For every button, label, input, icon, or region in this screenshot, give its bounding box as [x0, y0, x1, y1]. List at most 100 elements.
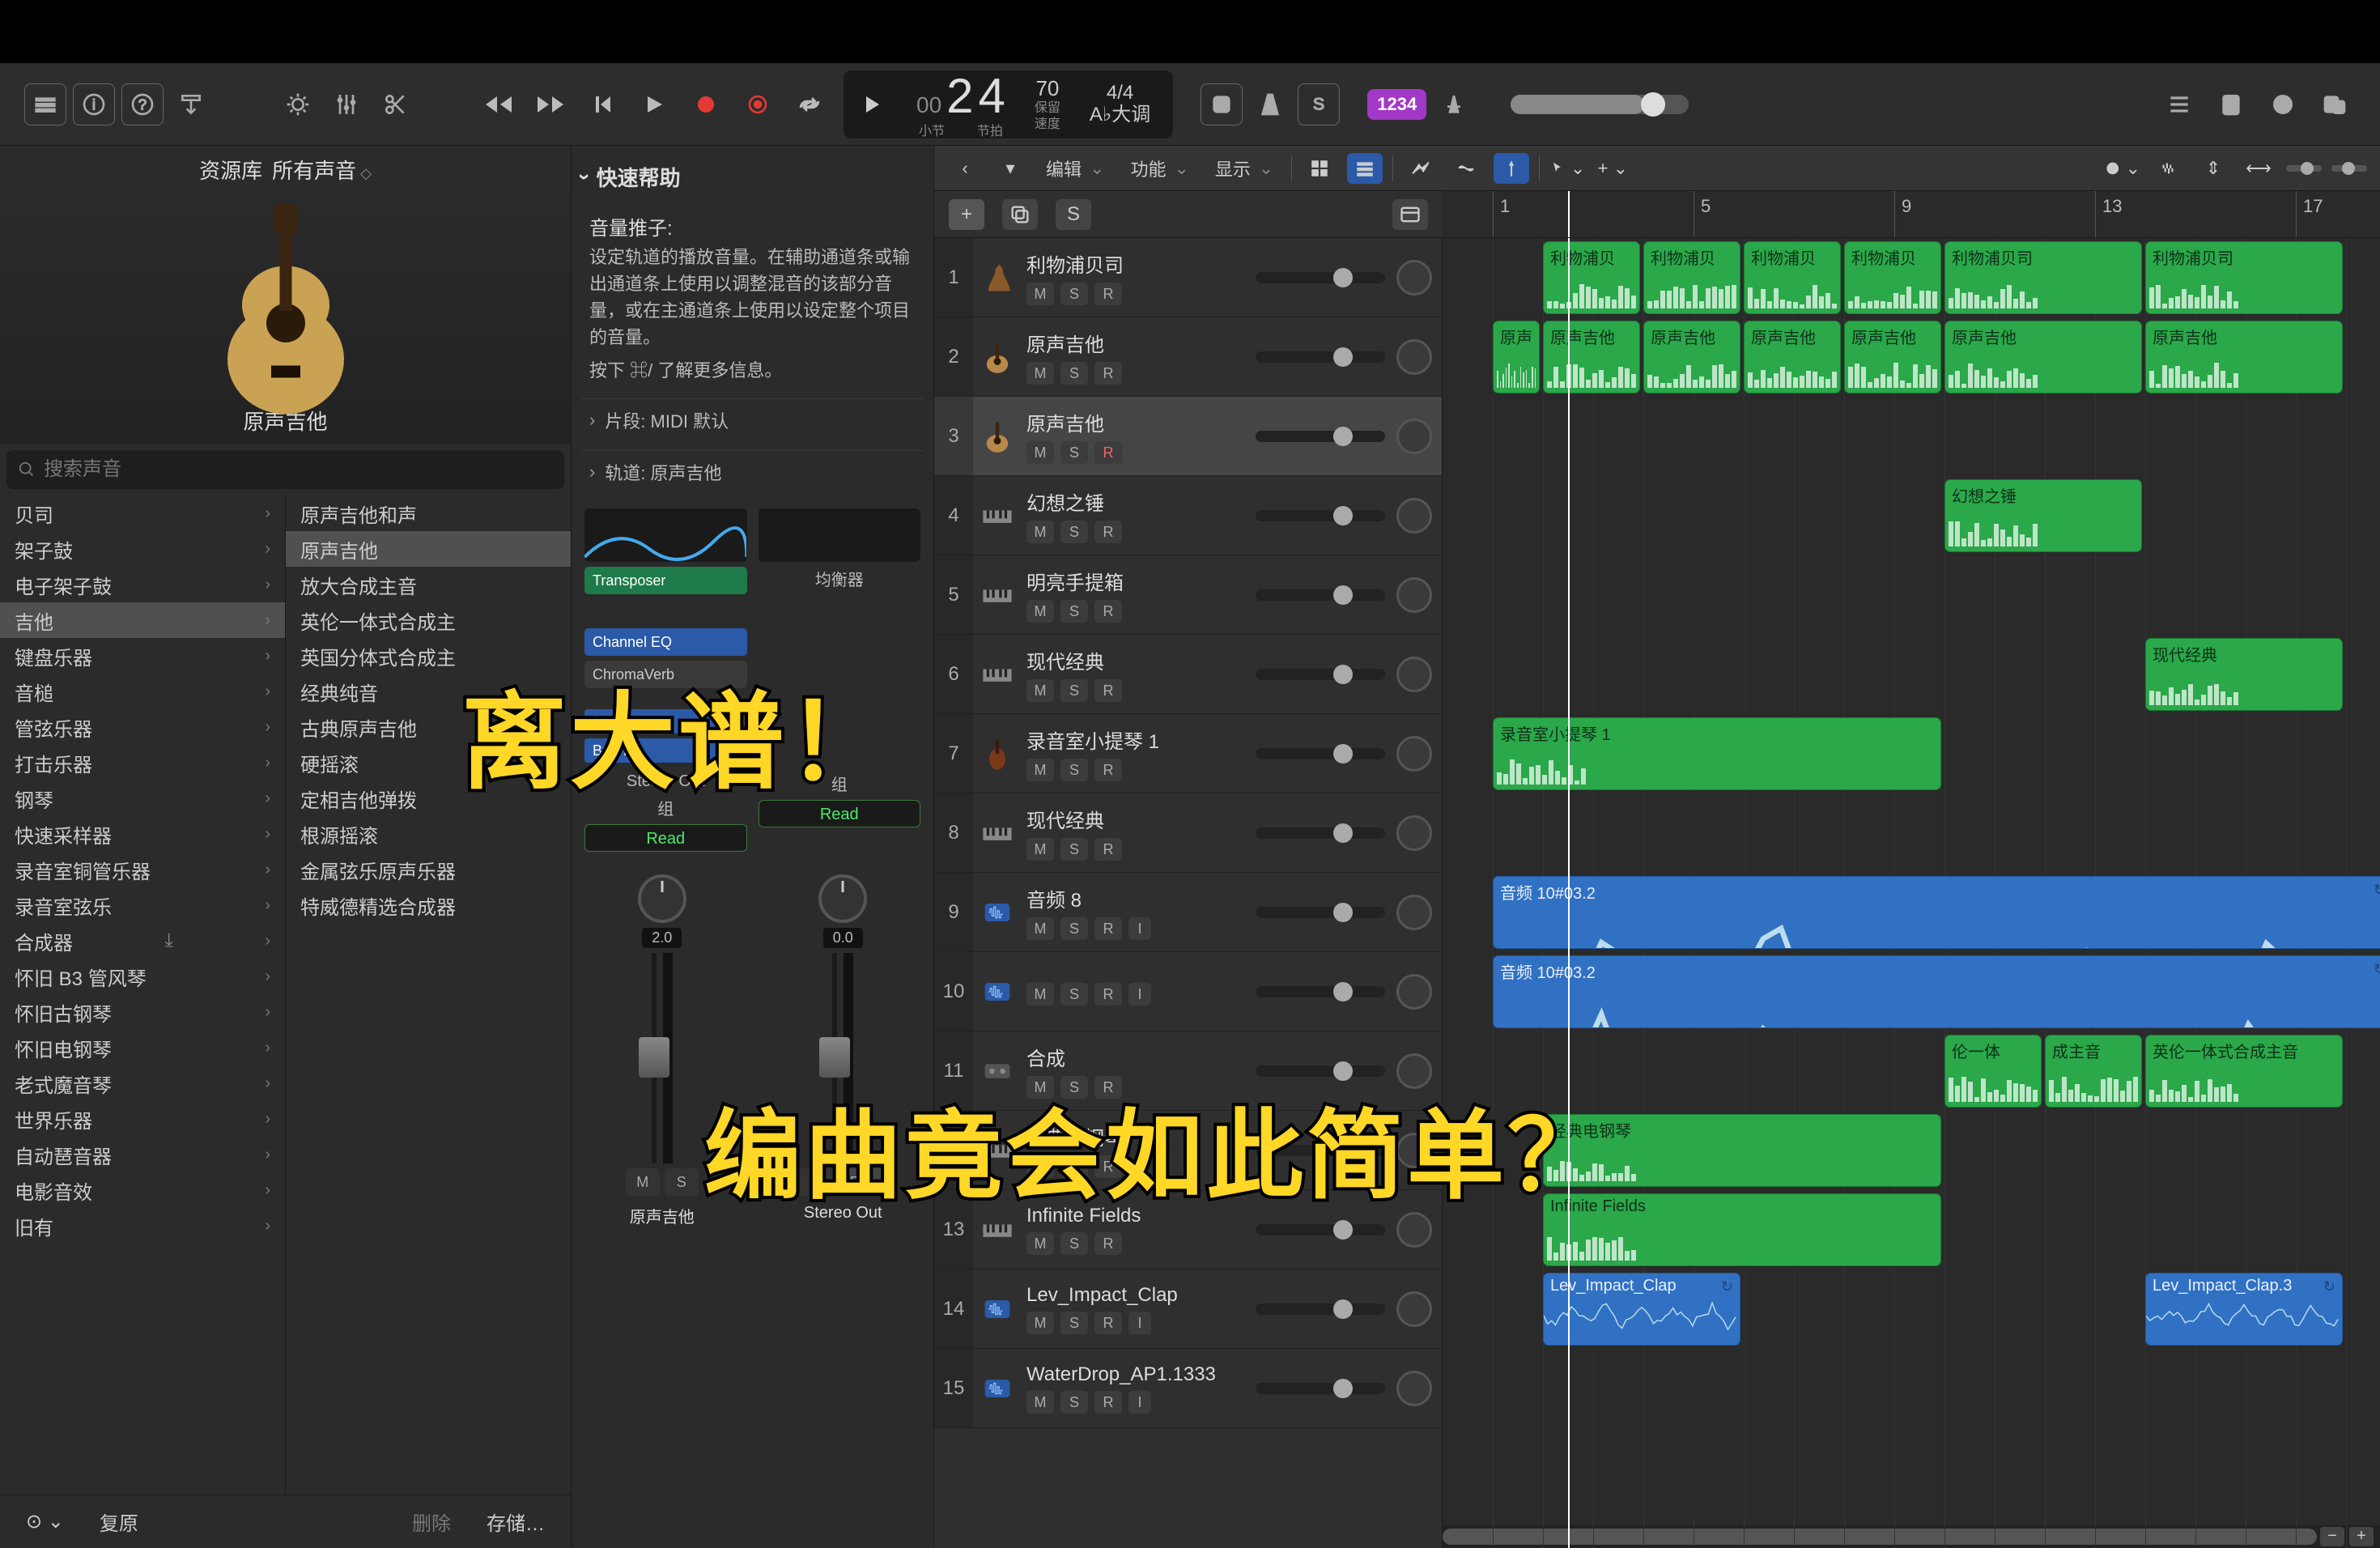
library-item[interactable]: 定相吉他弹拨 — [286, 780, 571, 816]
smart-controls-icon[interactable] — [277, 83, 319, 125]
track-pan-knob[interactable] — [1396, 577, 1432, 613]
track-m-button[interactable]: M — [1026, 1232, 1054, 1255]
toolbar-toggle[interactable] — [170, 83, 212, 125]
track-pan-knob[interactable] — [1396, 815, 1432, 851]
library-item[interactable]: 怀旧古钢琴› — [0, 994, 285, 1030]
track-m-button[interactable]: M — [1026, 1391, 1054, 1414]
library-item[interactable]: 放大合成主音 — [286, 567, 571, 602]
track-m-button[interactable]: M — [1026, 1155, 1054, 1178]
forward-button[interactable] — [533, 87, 568, 122]
track-m-button[interactable]: M — [1026, 838, 1054, 861]
ruler[interactable]: 1591317 — [1443, 191, 2380, 237]
track-s-button[interactable]: S — [1060, 600, 1088, 623]
track-m-button[interactable]: M — [1026, 283, 1054, 305]
track-name[interactable]: WaterDrop_AP1.1333 — [1026, 1363, 1256, 1386]
play-button[interactable] — [636, 87, 672, 122]
track-r-button[interactable]: R — [1094, 917, 1122, 940]
pan-value-1[interactable]: 2.0 — [642, 928, 682, 948]
track-header[interactable]: 7 录音室小提琴 1 MSR — [934, 714, 1442, 793]
track-pan-knob[interactable] — [1396, 419, 1432, 454]
track-m-button[interactable]: M — [1026, 362, 1054, 385]
track-pan-knob[interactable] — [1396, 1053, 1432, 1089]
edit-menu[interactable]: 编辑 — [1038, 153, 1112, 184]
library-item[interactable]: 音槌› — [0, 674, 285, 709]
search-field[interactable] — [44, 458, 553, 481]
track-m-button[interactable]: M — [1026, 521, 1054, 543]
track-s-button[interactable]: S — [1060, 283, 1088, 305]
track-s-button[interactable]: S — [1060, 1155, 1088, 1178]
track-m-button[interactable]: M — [1026, 441, 1054, 464]
library-item[interactable]: 怀旧 B3 管风琴› — [0, 959, 285, 994]
track-volume-slider[interactable] — [1256, 827, 1385, 839]
region[interactable]: Lev_Impact_Clap↻ — [1543, 1273, 1740, 1346]
track-volume-slider[interactable] — [1256, 510, 1385, 521]
track-pan-knob[interactable] — [1396, 736, 1432, 772]
region[interactable]: 幻想之锤 — [1944, 479, 2142, 552]
playhead[interactable] — [1568, 238, 1570, 1548]
zoom-slider[interactable] — [2286, 153, 2322, 184]
library-gear-icon[interactable]: ⊙ ⌄ — [16, 1505, 74, 1538]
save-button[interactable]: 存储… — [477, 1503, 555, 1541]
library-item[interactable]: 电子架子鼓› — [0, 567, 285, 602]
track-r-button[interactable]: R — [1094, 283, 1122, 305]
track-volume-slider[interactable] — [1256, 748, 1385, 759]
delete-button[interactable]: 删除 — [402, 1503, 461, 1541]
pan-knob-2[interactable] — [818, 874, 867, 923]
zoom-fit-icon[interactable]: ⟷ — [2241, 153, 2276, 184]
track-name[interactable]: 合成 — [1026, 1043, 1256, 1071]
library-item[interactable]: 贝司› — [0, 495, 285, 531]
track-header[interactable]: 10 MSRI — [934, 952, 1442, 1031]
track-pan-knob[interactable] — [1396, 1212, 1432, 1248]
library-item[interactable]: 架子鼓› — [0, 531, 285, 567]
eq-thumbnail-2[interactable] — [759, 508, 921, 562]
track-r-button[interactable]: R — [1094, 1232, 1122, 1255]
track-m-button[interactable]: M — [1026, 1076, 1054, 1099]
track-header[interactable]: 15 WaterDrop_AP1.1333 MSRI — [934, 1349, 1442, 1428]
library-item[interactable]: 金属弦乐原声乐器 — [286, 852, 571, 887]
track-volume-slider[interactable] — [1256, 589, 1385, 601]
tuner-icon[interactable] — [1433, 83, 1475, 125]
track-name[interactable]: Infinite Fields — [1026, 1205, 1256, 1227]
track-name[interactable]: Lev_Impact_Clap — [1026, 1284, 1256, 1307]
plugin-slot-channel-eq[interactable]: Channel EQ — [584, 628, 747, 656]
add-track-button[interactable]: + — [949, 199, 984, 230]
region[interactable]: Infinite Fields — [1543, 1193, 1941, 1266]
track-pan-knob[interactable] — [1396, 895, 1432, 930]
horizontal-scrollbar[interactable]: −+ — [1443, 1525, 2380, 1548]
eq-thumbnail[interactable] — [584, 508, 747, 562]
track-s-button[interactable]: S — [1060, 679, 1088, 702]
notepad-icon[interactable] — [2210, 83, 2252, 125]
track-name[interactable]: 明亮手提箱 — [1026, 567, 1256, 595]
track-name[interactable]: 幻想之锤 — [1026, 487, 1256, 516]
zoom-in-button[interactable]: + — [2349, 1527, 2374, 1546]
track-volume-slider[interactable] — [1256, 272, 1385, 283]
track-r-button[interactable]: R — [1094, 1312, 1122, 1334]
track-s-button[interactable]: S — [1060, 1232, 1088, 1255]
track-r-button[interactable]: R — [1094, 759, 1122, 781]
track-s-button[interactable]: S — [1060, 838, 1088, 861]
track-m-button[interactable]: M — [1026, 759, 1054, 781]
track-header[interactable]: 14 Lev_Impact_Clap MSRI — [934, 1269, 1442, 1349]
track-s-button[interactable]: S — [1060, 983, 1088, 1006]
region[interactable]: 原声 — [1493, 321, 1540, 393]
library-item[interactable]: 英国分体式合成主 — [286, 638, 571, 674]
duplicate-track-icon[interactable] — [1002, 199, 1038, 230]
fader-2[interactable] — [832, 953, 837, 1163]
view-menu[interactable]: 显示 — [1207, 153, 1281, 184]
region[interactable]: 原声吉他 — [1844, 321, 1941, 393]
send-bus7[interactable]: Bus 7 — [584, 738, 720, 763]
snap-menu[interactable]: ⌄ — [2105, 153, 2140, 184]
solo-mode-icon[interactable]: S — [1298, 83, 1340, 125]
track-r-button[interactable]: R — [1094, 1391, 1122, 1414]
catch-playhead-icon[interactable] — [1494, 153, 1529, 184]
library-item[interactable]: 管弦乐器› — [0, 709, 285, 745]
lcd-tempo[interactable]: 70 — [1035, 77, 1059, 100]
library-item[interactable]: 原声吉他和声 — [286, 495, 571, 531]
track-pan-knob[interactable] — [1396, 339, 1432, 375]
waveform-zoom-icon[interactable] — [2150, 153, 2186, 184]
capture-record-button[interactable] — [740, 87, 776, 122]
pan-value-2[interactable]: 0.0 — [823, 928, 863, 948]
track-pan-knob[interactable] — [1396, 260, 1432, 296]
track-name[interactable]: 录音室小提琴 1 — [1026, 725, 1256, 754]
undo-button[interactable]: 复原 — [90, 1503, 148, 1541]
